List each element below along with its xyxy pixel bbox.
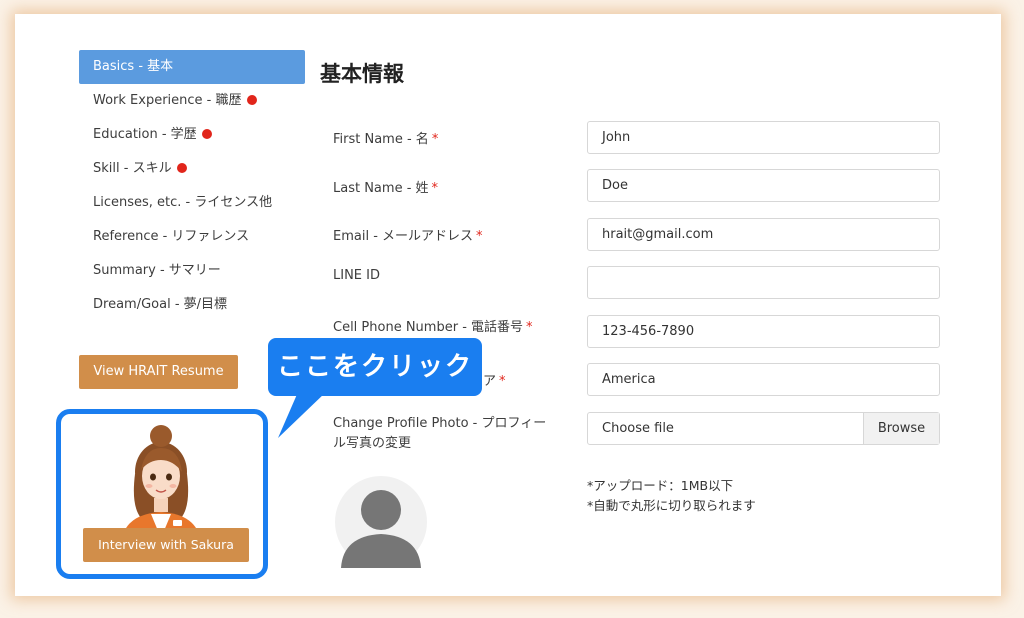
default-avatar-icon (335, 476, 427, 568)
sidebar-item-label: Licenses, etc. - ライセンス他 (93, 195, 273, 210)
last-name-input[interactable]: Doe (587, 169, 940, 202)
required-asterisk: * (431, 132, 439, 147)
upload-note-size: *アップロード：1MB以下 (587, 478, 734, 493)
cell-phone-label: Cell Phone Number - 電話番号 * (333, 320, 533, 335)
country-label: ア * (483, 374, 506, 389)
first-name-label: First Name - 名 * (333, 132, 439, 147)
required-asterisk: * (476, 229, 483, 244)
sidebar-item-label: Work Experience - 職歴 (93, 93, 242, 108)
country-input[interactable]: America (587, 363, 940, 396)
sidebar-item-education[interactable]: Education - 学歴 (79, 118, 305, 152)
email-input[interactable]: hrait@gmail.com (587, 218, 940, 251)
sidebar-item-label: Education - 学歴 (93, 127, 197, 142)
profile-photo-file-input[interactable]: Choose file Browse (587, 412, 940, 445)
upload-note-crop: *自動で丸形に切り取られます (587, 498, 756, 513)
sidebar-item-label: Skill - スキル (93, 161, 172, 176)
sidebar-item-licenses[interactable]: Licenses, etc. - ライセンス他 (79, 186, 305, 220)
email-label: Email - メールアドレス * (333, 229, 483, 244)
browse-button[interactable]: Browse (863, 413, 939, 444)
sidebar-item-basics[interactable]: Basics - 基本 (79, 50, 305, 84)
sidebar-item-skill[interactable]: Skill - スキル (79, 152, 305, 186)
interview-with-sakura-button[interactable]: Interview with Sakura (83, 528, 249, 562)
callout-tail (278, 392, 326, 438)
sidebar-nav: Basics - 基本 Work Experience - 職歴 Educati… (79, 50, 305, 322)
sidebar-item-summary[interactable]: Summary - サマリー (79, 254, 305, 288)
required-asterisk: * (499, 374, 506, 389)
sidebar-item-label: Summary - サマリー (93, 263, 221, 278)
first-name-input[interactable]: John (587, 121, 940, 154)
sidebar-item-reference[interactable]: Reference - リファレンス (79, 220, 305, 254)
view-resume-button[interactable]: View HRAIT Resume (79, 355, 238, 389)
profile-editor-card: Basics - 基本 Work Experience - 職歴 Educati… (15, 14, 1001, 596)
profile-photo-label: Change Profile Photo - プロフィー ル写真の変更 (333, 416, 547, 451)
alert-dot-icon (246, 95, 257, 105)
sakura-interview-card[interactable]: Interview with Sakura (56, 409, 268, 579)
alert-dot-icon (201, 129, 212, 139)
last-name-label: Last Name - 姓 * (333, 181, 439, 196)
click-here-callout: ここをクリック (268, 338, 482, 396)
page-title: 基本情報 (320, 62, 404, 86)
sidebar-item-dream-goal[interactable]: Dream/Goal - 夢/目標 (79, 288, 305, 322)
cell-phone-input[interactable]: 123-456-7890 (587, 315, 940, 348)
alert-dot-icon (176, 163, 187, 173)
file-input-placeholder: Choose file (602, 421, 674, 436)
sidebar-item-label: Basics - 基本 (93, 59, 174, 74)
required-asterisk: * (526, 320, 533, 335)
sidebar-item-work-experience[interactable]: Work Experience - 職歴 (79, 84, 305, 118)
required-asterisk: * (431, 181, 439, 196)
sidebar-item-label: Dream/Goal - 夢/目標 (93, 297, 228, 312)
line-id-label: LINE ID (333, 268, 380, 283)
line-id-input[interactable] (587, 266, 940, 299)
sidebar-item-label: Reference - リファレンス (93, 229, 250, 244)
